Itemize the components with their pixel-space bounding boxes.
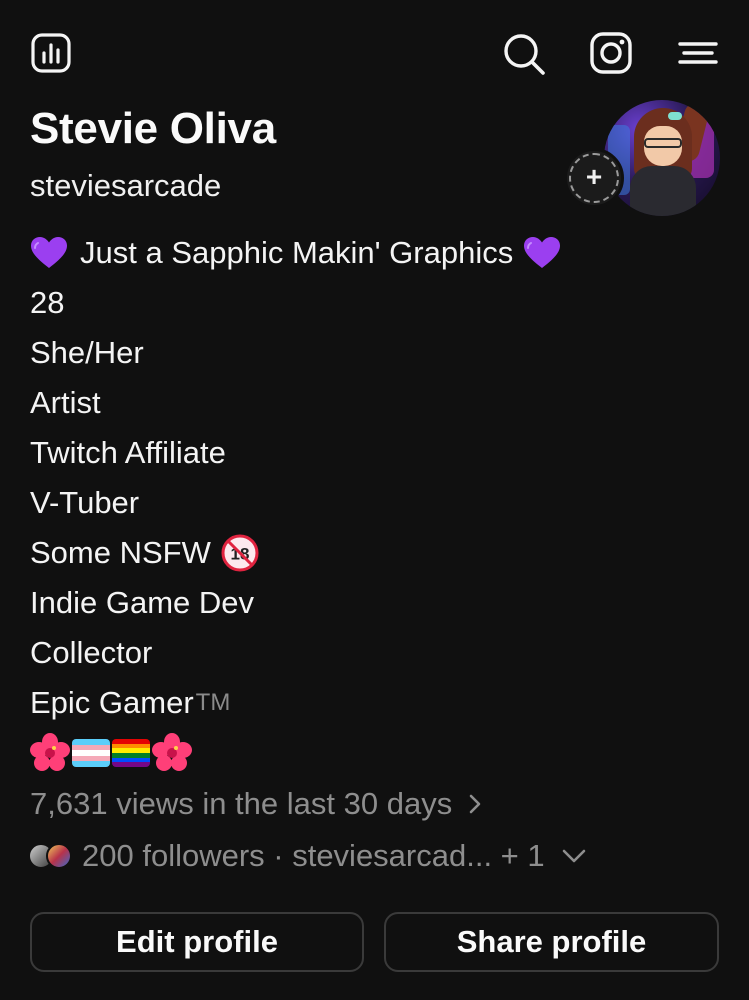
followers-text: 200 followers · steviesarcad... + 1 [82, 838, 545, 873]
bio-line: V-Tuber [30, 485, 140, 520]
bio-headline-text: Just a Sapphic Makin' Graphics [80, 235, 514, 270]
followers-link[interactable]: 200 followers · steviesarcad... + 1 [28, 834, 587, 878]
bio-line: Artist [30, 385, 101, 420]
bio-emoji-row [30, 728, 630, 778]
bio-line: Twitch Affiliate [30, 435, 226, 470]
follower-avatar [46, 843, 72, 869]
no-one-under-eighteen-icon: 18 [221, 534, 259, 572]
search-icon[interactable] [500, 30, 548, 78]
views-text: 7,631 views in the last 30 days [30, 786, 453, 821]
share-profile-button[interactable]: Share profile [384, 912, 719, 972]
add-story-button[interactable]: + [564, 148, 624, 208]
trademark-symbol: TM [195, 689, 231, 716]
profile-avatar[interactable] [604, 100, 720, 216]
top-bar [0, 0, 749, 100]
hibiscus-icon [152, 733, 192, 771]
bio-line: 28 [30, 285, 65, 320]
gamer-label: Epic Gamer [30, 685, 194, 720]
hibiscus-icon [30, 733, 70, 771]
chevron-down-icon[interactable] [561, 848, 587, 864]
bio-line-gamer: Epic Gamer TM [30, 678, 630, 728]
chevron-right-icon [469, 794, 481, 814]
purple-heart-icon [31, 237, 67, 268]
edit-profile-button[interactable]: Edit profile [30, 912, 364, 972]
bio-headline: Just a Sapphic Makin' Graphics [30, 228, 630, 278]
bio-line: Indie Game Dev [30, 585, 254, 620]
insights-icon[interactable] [30, 32, 72, 74]
bio-line: Collector [30, 635, 153, 670]
menu-icon[interactable] [678, 38, 718, 68]
profile-display-name: Stevie Oliva [30, 104, 276, 153]
profile-bio: Just a Sapphic Makin' Graphics 28 She/He… [30, 228, 630, 778]
plus-icon: + [585, 161, 603, 192]
bio-line: She/Her [30, 335, 144, 370]
instagram-icon[interactable] [588, 30, 634, 76]
purple-heart-icon [524, 237, 561, 268]
profile-username: steviesarcade [30, 168, 222, 203]
bio-line-nsfw: Some NSFW 18 [30, 528, 630, 578]
nsfw-label: Some NSFW [30, 535, 211, 570]
transgender-flag-icon [72, 739, 110, 767]
profile-views-link[interactable]: 7,631 views in the last 30 days [30, 786, 482, 822]
rainbow-flag-icon [112, 739, 150, 767]
avatar-image [604, 100, 720, 216]
